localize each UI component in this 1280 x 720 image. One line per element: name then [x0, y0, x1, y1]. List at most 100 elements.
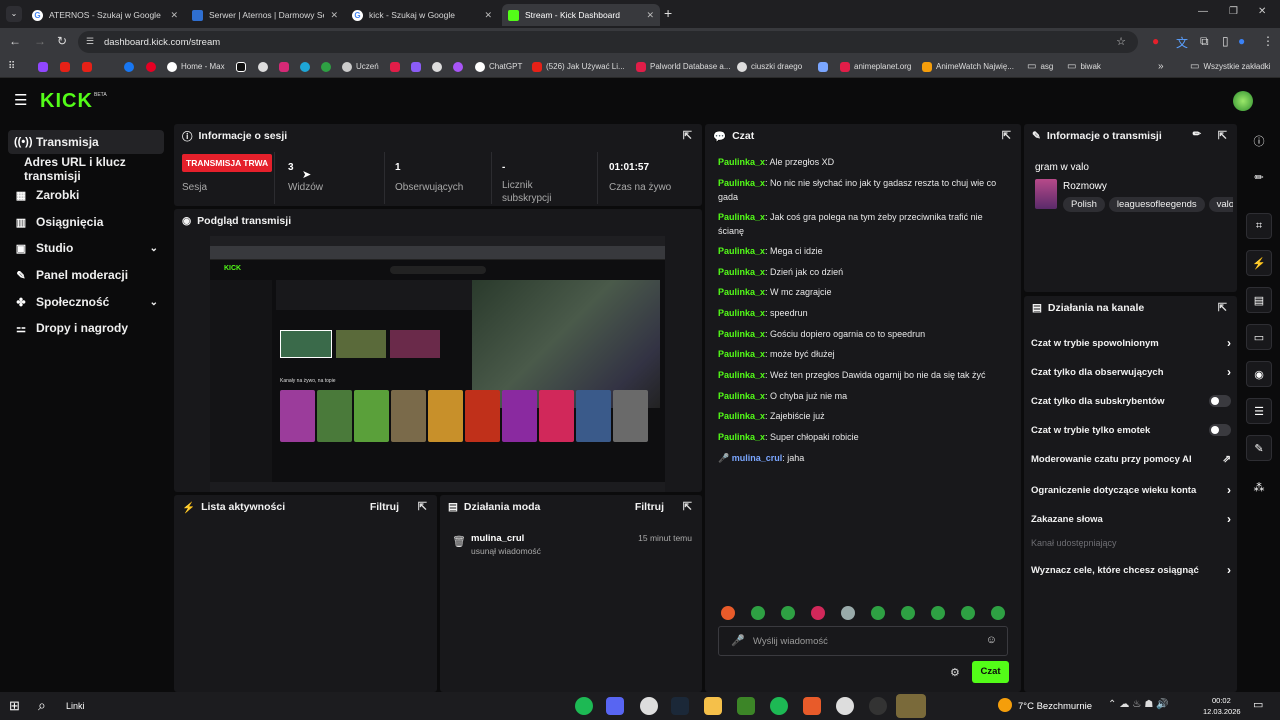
- chat-username[interactable]: Paulinka_x: [718, 391, 765, 401]
- sidebar-item-studio[interactable]: ▣ Studio ⌄: [8, 236, 164, 260]
- close-tab-icon[interactable]: ✕: [330, 10, 338, 21]
- bookmark-animewatch[interactable]: AnimeWatch Najwię...: [922, 61, 1014, 72]
- site-icon[interactable]: [432, 61, 442, 72]
- emote-icon[interactable]: [721, 606, 735, 620]
- browser-tab-3[interactable]: G kick - Szukaj w Google ✕: [346, 4, 498, 26]
- obs-icon[interactable]: [869, 697, 887, 715]
- edit-icon[interactable]: ✏: [1246, 164, 1272, 190]
- discord-icon[interactable]: [606, 697, 624, 715]
- site-info-icon[interactable]: ☰: [86, 36, 94, 47]
- reload-icon[interactable]: ↻: [57, 34, 67, 48]
- chat-username[interactable]: Paulinka_x: [718, 267, 765, 277]
- notifications-icon[interactable]: ▭: [1253, 698, 1263, 711]
- browser-tab-4[interactable]: Stream - Kick Dashboard ✕: [502, 4, 660, 26]
- sidebar-item-stream-url[interactable]: Adres URL i klucz transmisji: [18, 155, 178, 183]
- clip-icon[interactable]: ⌗: [1246, 213, 1272, 239]
- search-icon[interactable]: ⌕: [38, 697, 46, 714]
- bookmark-uczen[interactable]: Uczeń: [342, 61, 379, 72]
- emote-only-toggle[interactable]: [1209, 424, 1231, 436]
- spotify-icon[interactable]: [575, 697, 593, 715]
- expand-icon[interactable]: ⇱: [1218, 129, 1227, 142]
- chat-username[interactable]: Paulinka_x: [718, 370, 765, 380]
- chrome-icon[interactable]: [836, 697, 854, 715]
- chrome-icon[interactable]: [258, 61, 268, 72]
- extension-icon[interactable]: ●: [1152, 34, 1159, 48]
- bookmark-star-icon[interactable]: ☆: [1116, 35, 1126, 48]
- bookmark-biwak[interactable]: ▭ biwak: [1067, 61, 1101, 72]
- category-name[interactable]: Rozmowy: [1063, 181, 1107, 192]
- hamburger-menu-icon[interactable]: ☰: [14, 91, 27, 109]
- youtube-icon[interactable]: [82, 61, 92, 72]
- expand-icon[interactable]: ⇱: [1218, 301, 1227, 314]
- windows-start-icon[interactable]: ⊞: [9, 698, 20, 714]
- tag[interactable]: leaguesofleegends: [1108, 197, 1205, 212]
- action-slow-mode[interactable]: Czat w trybie spowolnionym ›: [1031, 336, 1231, 350]
- chat-username[interactable]: Paulinka_x: [718, 411, 765, 421]
- tray-icons[interactable]: ⌃☁♨☗🔊: [1108, 699, 1172, 710]
- expand-icon[interactable]: ⇱: [1002, 129, 1011, 142]
- kick-logo[interactable]: KICK: [40, 90, 93, 113]
- instagram-icon[interactable]: [279, 61, 289, 72]
- broadcast-icon[interactable]: ◉: [1246, 361, 1272, 387]
- chat-username[interactable]: Paulinka_x: [718, 308, 765, 318]
- emote-icon[interactable]: [811, 606, 825, 620]
- emote-icon[interactable]: [871, 606, 885, 620]
- emote-icon[interactable]: [901, 606, 915, 620]
- filter-button[interactable]: Filtruj: [370, 501, 399, 513]
- avatar[interactable]: [1233, 91, 1253, 111]
- app-icon[interactable]: [803, 697, 821, 715]
- expand-icon[interactable]: ⇱: [683, 129, 692, 142]
- expand-icon[interactable]: ⇱: [683, 500, 692, 513]
- more-bookmarks-icon[interactable]: »: [1158, 61, 1164, 72]
- bookmark-chatgpt[interactable]: ChatGPT: [475, 61, 522, 72]
- chat-username[interactable]: Paulinka_x: [718, 246, 765, 256]
- bookmark-ciuszki[interactable]: ciuszki draego: [737, 61, 802, 72]
- site-icon[interactable]: [411, 61, 421, 72]
- edit-icon[interactable]: ✏: [1193, 129, 1201, 140]
- chrome-icon[interactable]: [640, 697, 658, 715]
- sidebar-item-zarobki[interactable]: ▦ Zarobki: [8, 183, 164, 207]
- sidebar-item-osiagniecia[interactable]: ▥ Osiągnięcia: [8, 210, 164, 234]
- send-chat-button[interactable]: Czat: [972, 661, 1009, 683]
- browser-tab-2[interactable]: Serwer | Aternos | Darmowy Ser... ✕: [186, 4, 344, 26]
- menu-dots-icon[interactable]: ⋮: [1262, 34, 1274, 48]
- bookmark-asg[interactable]: ▭ asg: [1027, 61, 1053, 72]
- lightning-icon[interactable]: ⚡: [1246, 250, 1272, 276]
- clipboard-icon[interactable]: ▤: [1246, 287, 1272, 313]
- emoji-icon[interactable]: ☺: [986, 634, 997, 646]
- app-icon[interactable]: [896, 694, 926, 718]
- emote-icon[interactable]: [991, 606, 1005, 620]
- tag[interactable]: valo: [1208, 197, 1233, 212]
- chat-username[interactable]: Paulinka_x: [718, 432, 765, 442]
- bookmark-animeplanet[interactable]: animeplanet.org: [840, 61, 911, 72]
- links-label[interactable]: Linki: [66, 701, 85, 711]
- url-field[interactable]: ☰ dashboard.kick.com/stream ☆: [78, 31, 1138, 53]
- stack-icon[interactable]: ☰: [1246, 398, 1272, 424]
- clock-time[interactable]: 00:02: [1212, 696, 1231, 705]
- close-window-icon[interactable]: ✕: [1258, 6, 1266, 17]
- chat-username[interactable]: Paulinka_x: [718, 329, 765, 339]
- bookmark-youtube-video[interactable]: (526) Jak Używać Li...: [532, 61, 625, 72]
- action-followers-only[interactable]: Czat tylko dla obserwujących ›: [1031, 365, 1231, 379]
- emote-icon[interactable]: [841, 606, 855, 620]
- spotify-icon[interactable]: [770, 697, 788, 715]
- wrench-icon[interactable]: ✎: [1246, 435, 1272, 461]
- close-tab-icon[interactable]: ✕: [484, 10, 492, 21]
- close-tab-icon[interactable]: ✕: [170, 10, 178, 21]
- emote-icon[interactable]: [751, 606, 765, 620]
- chat-username[interactable]: Paulinka_x: [718, 287, 765, 297]
- filter-button[interactable]: Filtruj: [635, 501, 664, 513]
- sidebar-item-dropy[interactable]: ⚍ Dropy i nagrody: [8, 316, 164, 340]
- site-icon[interactable]: [818, 61, 828, 72]
- chat-username[interactable]: mulina_crul: [732, 453, 783, 463]
- site-icon[interactable]: [321, 61, 331, 72]
- youtube-icon[interactable]: [60, 61, 70, 72]
- chat-settings-icon[interactable]: ⚙: [950, 666, 960, 679]
- minecraft-icon[interactable]: [737, 697, 755, 715]
- all-bookmarks[interactable]: ▭ Wszystkie zakładki: [1190, 61, 1271, 72]
- action-ai-moderation[interactable]: Moderowanie czatu przy pomocy AI ⇗: [1031, 454, 1231, 465]
- extensions-puzzle-icon[interactable]: ⧉: [1200, 34, 1209, 49]
- bookmark-home[interactable]: Home - Max: [167, 61, 225, 72]
- info-icon[interactable]: ⓘ: [1246, 128, 1272, 154]
- sidebar-item-spolecznosc[interactable]: ✤ Społeczność ⌄: [8, 290, 164, 314]
